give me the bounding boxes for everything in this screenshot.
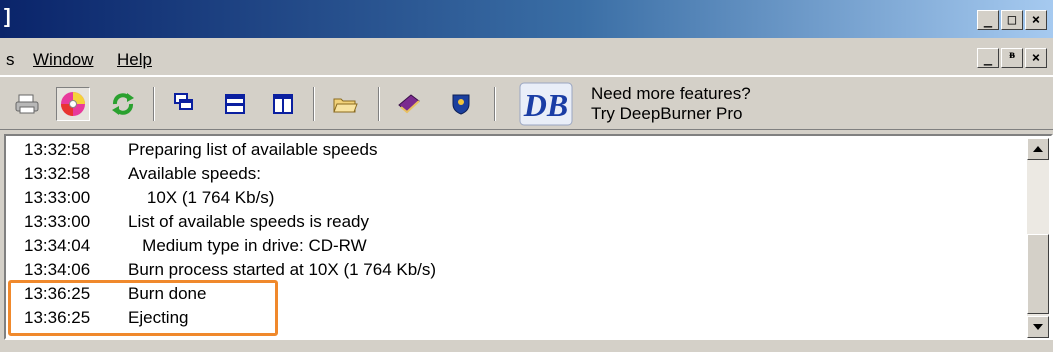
menu-window[interactable]: Window — [33, 50, 93, 70]
scroll-thumb[interactable] — [1027, 234, 1049, 314]
log-time: 13:34:06 — [24, 260, 91, 279]
menu-help[interactable]: Help — [117, 50, 152, 70]
open-folder-icon[interactable] — [328, 87, 362, 121]
scroll-up-button[interactable] — [1027, 138, 1049, 160]
maximize-button[interactable]: □ — [1001, 10, 1023, 30]
arrow-up-icon — [1033, 146, 1043, 152]
cascade-windows-icon[interactable] — [168, 87, 202, 121]
log-message: 10X (1 764 Kb/s) — [128, 188, 275, 207]
window-controls: _ □ × — [977, 10, 1047, 30]
log-time: 13:32:58 — [24, 164, 91, 183]
toolbar: DB Need more features? Try DeepBurner Pr… — [0, 76, 1053, 130]
mdi-controls: _ ᴯ × — [977, 48, 1047, 68]
window-title: ] — [4, 6, 11, 28]
log-time: 13:33:00 — [24, 212, 91, 231]
shield-icon[interactable] — [444, 87, 478, 121]
log-message: Preparing list of available speeds — [128, 140, 378, 159]
promo-line-2: Try DeepBurner Pro — [591, 104, 743, 123]
close-button[interactable]: × — [1025, 10, 1047, 30]
log-time: 13:34:04 — [24, 236, 91, 255]
mdi-close-button[interactable]: × — [1025, 48, 1047, 68]
highlight-annotation — [8, 280, 278, 336]
toolbar-separator — [378, 87, 380, 121]
promo-text[interactable]: Need more features? Try DeepBurner Pro — [591, 84, 751, 124]
tile-vertical-icon[interactable] — [266, 87, 300, 121]
toolbar-separator — [494, 87, 496, 121]
title-bar: ] _ □ × — [0, 0, 1053, 38]
menu-bar: s Window Help _ ᴯ × — [0, 38, 1053, 76]
status-strip — [0, 342, 1053, 352]
deepburner-logo-icon[interactable]: DB — [518, 81, 574, 127]
vertical-scrollbar[interactable] — [1027, 138, 1049, 338]
menu-help-label: Help — [117, 50, 152, 69]
menu-item-truncated[interactable]: s — [6, 50, 15, 70]
log-message: Available speeds: — [128, 164, 261, 183]
logo-text: DB — [523, 87, 568, 123]
arrow-down-icon — [1033, 324, 1043, 330]
scroll-down-button[interactable] — [1027, 316, 1049, 338]
log-message: List of available speeds is ready — [128, 212, 369, 231]
log-message: Medium type in drive: CD-RW — [128, 236, 367, 255]
printer-icon[interactable] — [10, 87, 44, 121]
minimize-button[interactable]: _ — [977, 10, 999, 30]
log-message: Burn process started at 10X (1 764 Kb/s) — [128, 260, 437, 279]
toolbar-separator — [153, 87, 155, 121]
mdi-restore-button[interactable]: ᴯ — [1001, 48, 1023, 68]
tile-horizontal-icon[interactable] — [218, 87, 252, 121]
log-time: 13:33:00 — [24, 188, 91, 207]
refresh-icon[interactable] — [106, 87, 140, 121]
promo-line-1: Need more features? — [591, 84, 751, 103]
book-icon[interactable] — [392, 87, 426, 121]
menu-window-label: Window — [33, 50, 94, 69]
toolbar-separator — [313, 87, 315, 121]
disc-icon[interactable] — [56, 87, 90, 121]
log-time: 13:32:58 — [24, 140, 91, 159]
mdi-minimize-button[interactable]: _ — [977, 48, 999, 68]
